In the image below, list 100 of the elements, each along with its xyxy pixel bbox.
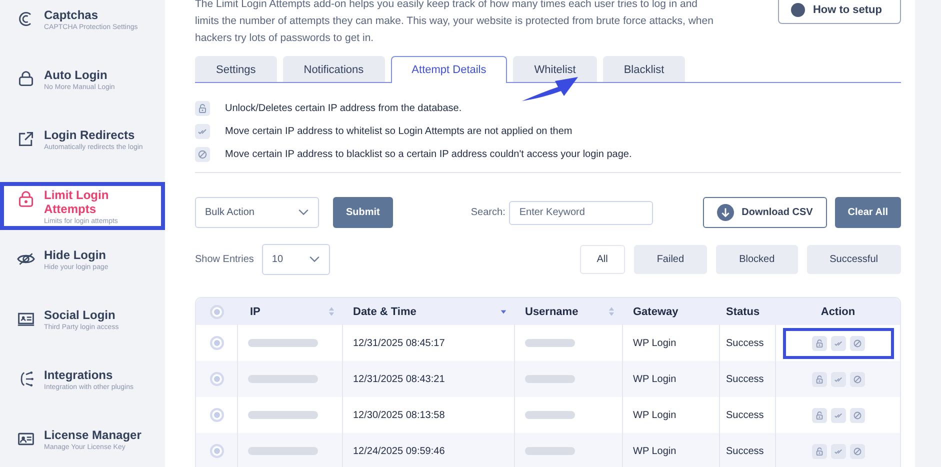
column-header: Status xyxy=(726,306,760,318)
tab[interactable]: Blacklist xyxy=(602,56,686,82)
sort-icon[interactable] xyxy=(608,306,615,317)
unlock-button[interactable] xyxy=(812,372,826,386)
sidebar-item-title: Captchas xyxy=(44,8,100,22)
bulk-action-dropdown[interactable]: Bulk Action xyxy=(195,197,319,228)
table-cell: Success xyxy=(726,410,764,420)
table-cell: 12/24/2025 09:59:46 xyxy=(353,446,445,456)
block-icon xyxy=(195,147,210,162)
table-cell: Success xyxy=(726,338,764,348)
column-header: IP xyxy=(250,306,260,318)
sort-icon[interactable] xyxy=(328,306,335,317)
lock-icon xyxy=(17,70,35,88)
table-cell: 12/31/2025 08:45:17 xyxy=(353,338,445,348)
column-header: Gateway xyxy=(633,306,678,318)
sidebar-item-title: Hide Login xyxy=(44,248,107,262)
block-icon xyxy=(852,410,862,420)
whitelist-button[interactable] xyxy=(830,444,846,458)
filter-button[interactable]: Failed xyxy=(634,245,708,274)
whitelist-button[interactable] xyxy=(830,336,846,350)
double-check-icon xyxy=(834,338,842,348)
table-cell: Success xyxy=(726,374,764,384)
table-cell: WP Login xyxy=(633,410,676,420)
filter-button[interactable]: All xyxy=(580,245,625,274)
tab[interactable]: Notifications xyxy=(282,56,385,82)
blacklist-button[interactable] xyxy=(850,408,864,422)
double-check-icon xyxy=(195,124,210,139)
blurred-ip xyxy=(248,411,318,419)
download-csv-button[interactable]: Download CSV xyxy=(702,197,827,228)
show-entries-label: Show Entries xyxy=(195,254,254,265)
column-header: Date & Time xyxy=(353,306,416,318)
blacklist-button[interactable] xyxy=(850,372,864,386)
row-radio[interactable] xyxy=(210,336,224,350)
column-header: Action xyxy=(820,306,856,318)
blurred-ip xyxy=(248,375,318,383)
blurred-ip xyxy=(248,339,318,347)
search-field[interactable]: Enter Keyword xyxy=(509,200,654,224)
unlock-icon xyxy=(814,410,824,420)
row-radio[interactable] xyxy=(210,444,224,458)
table-cell: 12/30/2025 08:13:58 xyxy=(353,410,445,420)
row-radio[interactable] xyxy=(210,408,224,422)
sidebar-item-title: Social Login xyxy=(44,308,116,322)
blacklist-button[interactable] xyxy=(850,444,864,458)
sidebar-item-title: Integrations xyxy=(44,368,114,382)
whitelist-button[interactable] xyxy=(830,408,846,422)
blurred-username xyxy=(525,411,575,419)
select-all-radio[interactable] xyxy=(210,304,224,318)
legend-text: Move certain IP address to whitelist so Login Attempts are not applied on them xyxy=(225,126,572,137)
external-link-icon xyxy=(17,130,35,148)
unlock-button[interactable] xyxy=(812,408,826,422)
clear-all-button[interactable]: Clear All xyxy=(834,197,901,228)
unlock-icon xyxy=(814,338,824,348)
double-check-icon xyxy=(834,410,842,420)
sidebar-item-title: Limit Login Attempts xyxy=(44,188,110,216)
row-radio[interactable] xyxy=(210,372,224,386)
block-icon xyxy=(852,374,862,384)
table-cell: WP Login xyxy=(633,374,676,384)
download-icon xyxy=(716,204,734,221)
tab[interactable]: Whitelist xyxy=(513,56,597,82)
chevron-down-icon xyxy=(298,209,309,216)
whitelist-button[interactable] xyxy=(830,372,846,386)
column-header: Username xyxy=(525,306,578,318)
legend-text: Unlock/Deletes certain IP address from the database. xyxy=(225,103,462,114)
tab[interactable]: Attempt Details xyxy=(390,56,508,83)
unlock-button[interactable] xyxy=(812,336,826,350)
id-card-icon xyxy=(17,430,35,448)
search-label: Search: xyxy=(470,207,506,218)
filter-button[interactable]: Successful xyxy=(806,245,901,274)
unlock-icon xyxy=(814,374,824,384)
sidebar-item-title: License Manager xyxy=(44,428,142,442)
block-icon xyxy=(852,446,862,456)
blurred-ip xyxy=(248,447,318,455)
double-check-icon xyxy=(834,374,842,384)
annotation-arrow xyxy=(520,76,580,102)
blacklist-button[interactable] xyxy=(850,336,864,350)
blurred-username xyxy=(525,447,575,455)
entries-dropdown[interactable]: 10 xyxy=(262,244,330,275)
how-to-setup-button[interactable]: How to setup xyxy=(778,0,901,24)
chevron-down-icon xyxy=(308,256,320,263)
table-cell: 12/31/2025 08:43:21 xyxy=(353,374,445,384)
sidebar-item-title: Auto Login xyxy=(44,68,108,82)
table-cell: WP Login xyxy=(633,446,676,456)
blurred-username xyxy=(525,339,575,347)
unlock-icon xyxy=(195,101,210,116)
sidebar-item-title: Login Redirects xyxy=(44,128,136,142)
lock-icon xyxy=(17,190,35,208)
blurred-username xyxy=(525,375,575,383)
sort-desc-icon[interactable] xyxy=(500,308,507,314)
block-icon xyxy=(852,338,862,348)
unlock-button[interactable] xyxy=(812,444,826,458)
table-cell: WP Login xyxy=(633,338,676,348)
filter-button[interactable]: Blocked xyxy=(716,245,798,274)
submit-button[interactable]: Submit xyxy=(333,197,393,228)
unlock-icon xyxy=(814,446,824,456)
eye-icon xyxy=(17,250,35,268)
table-cell: Success xyxy=(726,446,764,456)
tab[interactable]: Settings xyxy=(195,56,277,82)
id-card-icon xyxy=(17,310,35,328)
legend-text: Move certain IP address to blacklist so a certain IP address couldn't access your login page. xyxy=(225,149,632,160)
double-check-icon xyxy=(834,446,842,456)
